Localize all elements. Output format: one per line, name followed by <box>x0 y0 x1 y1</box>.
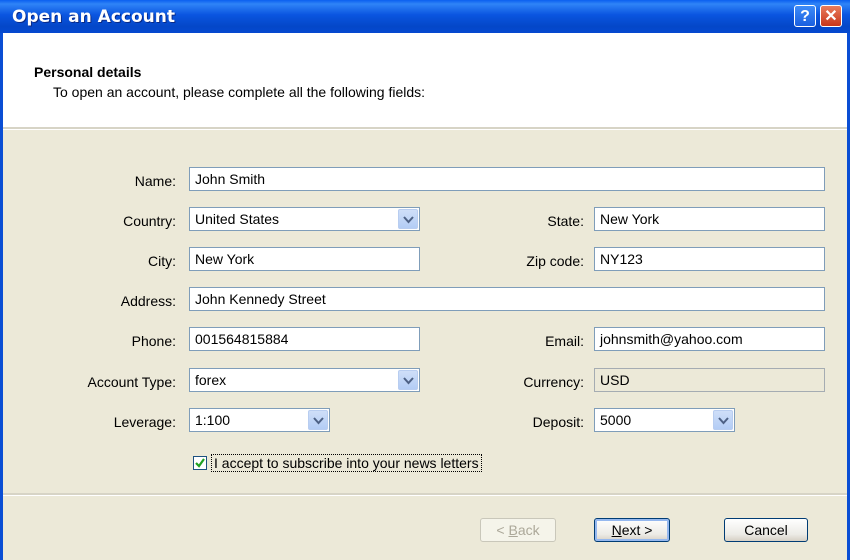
state-field[interactable]: New York <box>594 207 825 231</box>
window-title: Open an Account <box>12 7 175 27</box>
zip-label: Zip code: <box>526 253 584 269</box>
help-icon: ? <box>800 8 810 25</box>
leverage-value: 1:100 <box>195 412 231 428</box>
phone-field[interactable]: 001564815884 <box>189 327 420 351</box>
checkmark-icon <box>195 458 205 468</box>
section-subtitle: To open an account, please complete all … <box>53 84 426 100</box>
country-select[interactable]: United States <box>189 207 420 231</box>
back-rest: ack <box>517 522 540 538</box>
city-label: City: <box>148 253 176 269</box>
help-button[interactable]: ? <box>794 5 816 27</box>
email-label: Email: <box>545 333 584 349</box>
name-label: Name: <box>134 173 176 189</box>
leverage-label: Leverage: <box>113 414 176 430</box>
city-field[interactable]: New York <box>189 247 420 271</box>
address-label: Address: <box>120 293 176 309</box>
title-bar[interactable]: Open an Account ? ✕ <box>0 0 850 33</box>
chevron-down-icon <box>718 417 729 425</box>
country-value: United States <box>195 211 280 227</box>
back-prefix: < <box>496 522 509 538</box>
next-button[interactable]: Next > <box>594 518 670 542</box>
newsletter-checkbox[interactable] <box>193 456 207 470</box>
chevron-down-icon <box>313 417 324 425</box>
account-type-dropdown-button[interactable] <box>398 370 418 390</box>
account-type-value: forex <box>195 372 227 388</box>
deposit-dropdown-button[interactable] <box>713 410 733 430</box>
footer-separator <box>3 493 847 496</box>
currency-label: Currency: <box>523 374 584 390</box>
account-type-select[interactable]: forex <box>189 368 420 392</box>
name-field[interactable]: John Smith <box>189 167 825 191</box>
country-dropdown-button[interactable] <box>398 209 418 229</box>
chevron-down-icon <box>403 216 414 224</box>
back-accel: B <box>508 522 518 538</box>
cancel-button[interactable]: Cancel <box>724 518 808 542</box>
next-accel: N <box>611 522 622 538</box>
email-field[interactable]: johnsmith@yahoo.com <box>594 327 825 351</box>
close-button[interactable]: ✕ <box>820 5 842 27</box>
address-field[interactable]: John Kennedy Street <box>189 287 825 311</box>
deposit-label: Deposit: <box>532 414 584 430</box>
chevron-down-icon <box>403 377 414 385</box>
section-title: Personal details <box>34 64 142 80</box>
close-icon: ✕ <box>824 8 838 25</box>
state-label: State: <box>547 213 584 229</box>
account-type-label: Account Type: <box>87 374 176 390</box>
header-panel <box>3 33 847 127</box>
newsletter-label[interactable]: I accept to subscribe into your news let… <box>211 454 482 472</box>
zip-field[interactable]: NY123 <box>594 247 825 271</box>
open-account-dialog: Open an Account ? ✕ Personal details To … <box>0 0 850 560</box>
leverage-dropdown-button[interactable] <box>308 410 328 430</box>
deposit-select[interactable]: 5000 <box>594 408 735 432</box>
leverage-select[interactable]: 1:100 <box>189 408 330 432</box>
deposit-value: 5000 <box>600 412 632 428</box>
country-label: Country: <box>123 213 176 229</box>
back-button[interactable]: < Back <box>480 518 556 542</box>
phone-label: Phone: <box>131 333 176 349</box>
currency-field: USD <box>594 368 825 392</box>
next-rest: ext > <box>621 522 653 538</box>
